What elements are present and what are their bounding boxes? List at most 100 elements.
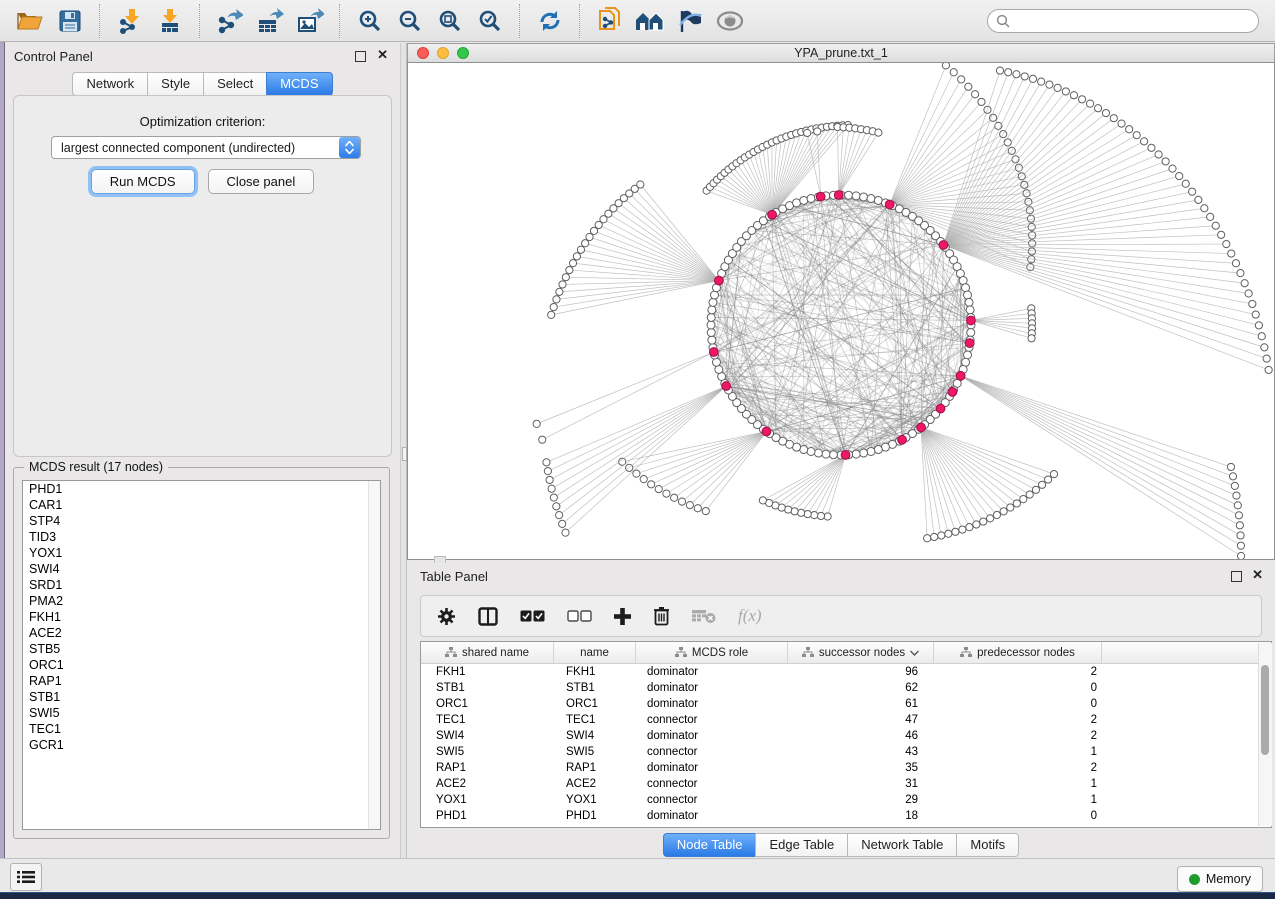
- table-row[interactable]: PHD1PHD1dominator180: [421, 808, 1271, 824]
- mcds-result-list[interactable]: PHD1CAR1STP4TID3YOX1SWI4SRD1PMA2FKH1ACE2…: [22, 480, 381, 830]
- save-button[interactable]: [50, 3, 90, 39]
- tab-edge-table[interactable]: Edge Table: [755, 833, 847, 857]
- open-button[interactable]: [10, 3, 50, 39]
- close-panel-button[interactable]: Close panel: [208, 169, 315, 194]
- select-all-button[interactable]: [520, 610, 545, 622]
- mcds-result-item[interactable]: TEC1: [23, 721, 380, 737]
- search-input[interactable]: [1010, 13, 1258, 29]
- table-row[interactable]: SWI4SWI4dominator462: [421, 728, 1271, 744]
- tab-select[interactable]: Select: [203, 72, 266, 96]
- optimization-criterion-select[interactable]: largest connected component (undirected): [51, 136, 361, 159]
- toolbar-separator: [339, 4, 341, 38]
- deselect-all-button[interactable]: [567, 610, 592, 622]
- mcds-result-item[interactable]: PMA2: [23, 593, 380, 609]
- function-builder-button[interactable]: f(x): [738, 606, 762, 626]
- add-column-button[interactable]: [614, 608, 631, 625]
- optimization-criterion-label: Optimization criterion:: [14, 114, 391, 129]
- mcds-result-item[interactable]: FKH1: [23, 609, 380, 625]
- tab-network[interactable]: Network: [72, 72, 147, 96]
- column-header-mcds-role[interactable]: MCDS role: [636, 642, 788, 663]
- memory-label: Memory: [1206, 872, 1251, 886]
- tab-style[interactable]: Style: [147, 72, 203, 96]
- mcds-result-item[interactable]: SWI4: [23, 561, 380, 577]
- float-panel-icon[interactable]: [1231, 571, 1242, 582]
- zoom-in-button[interactable]: [350, 3, 390, 39]
- export-image-button[interactable]: [290, 3, 330, 39]
- close-panel-icon[interactable]: ✕: [1252, 568, 1263, 581]
- table-row[interactable]: YOX1YOX1connector291: [421, 792, 1271, 808]
- mcds-list-scrollbar[interactable]: [368, 481, 380, 829]
- tab-node-table[interactable]: Node Table: [663, 833, 756, 857]
- network-canvas[interactable]: [407, 62, 1275, 560]
- vertical-splitter[interactable]: [400, 43, 407, 858]
- tab-mcds[interactable]: MCDS: [266, 72, 332, 96]
- mcds-result-item[interactable]: YOX1: [23, 545, 380, 561]
- table-cell: dominator: [636, 762, 788, 774]
- houses-button[interactable]: [630, 3, 670, 39]
- table-scrollbar[interactable]: [1258, 643, 1272, 826]
- network-window-titlebar[interactable]: YPA_prune.txt_1: [407, 43, 1275, 62]
- table-settings-button[interactable]: [437, 607, 456, 626]
- mcds-result-item[interactable]: CAR1: [23, 497, 380, 513]
- zoom-selected-button[interactable]: [470, 3, 510, 39]
- import-network-button[interactable]: [110, 3, 150, 39]
- mcds-result-item[interactable]: STB5: [23, 641, 380, 657]
- table-row[interactable]: RAP1RAP1dominator352: [421, 760, 1271, 776]
- mcds-result-item[interactable]: ACE2: [23, 625, 380, 641]
- task-history-button[interactable]: [10, 863, 42, 891]
- mcds-result-groupbox: MCDS result (17 nodes) PHD1CAR1STP4TID3Y…: [13, 467, 390, 839]
- table-row[interactable]: ORC1ORC1dominator610: [421, 696, 1271, 712]
- column-header-shared-name[interactable]: shared name: [421, 642, 554, 663]
- export-network-button[interactable]: [210, 3, 250, 39]
- toolbar-separator: [99, 4, 101, 38]
- houses-icon: [635, 10, 665, 32]
- import-table-button[interactable]: [150, 3, 190, 39]
- delete-table-button[interactable]: [692, 608, 716, 624]
- column-header-name[interactable]: name: [554, 642, 636, 663]
- memory-button[interactable]: Memory: [1177, 866, 1263, 892]
- table-cell: 2: [934, 762, 1102, 774]
- tab-motifs[interactable]: Motifs: [956, 833, 1019, 857]
- table-cell: 43: [788, 746, 934, 758]
- table-row[interactable]: STB1STB1dominator620: [421, 680, 1271, 696]
- table-row[interactable]: ACE2ACE2connector311: [421, 776, 1271, 792]
- export-table-button[interactable]: [250, 3, 290, 39]
- mcds-result-item[interactable]: STP4: [23, 513, 380, 529]
- table-cell: 2: [934, 666, 1102, 678]
- table-cell: dominator: [636, 730, 788, 742]
- run-mcds-button[interactable]: Run MCDS: [91, 169, 195, 194]
- table-row[interactable]: SWI5SWI5connector431: [421, 744, 1271, 760]
- flag-button[interactable]: [670, 3, 710, 39]
- table-cell: 31: [788, 778, 934, 790]
- clone-network-button[interactable]: [590, 3, 630, 39]
- table-cell: 61: [788, 698, 934, 710]
- table-scrollbar-thumb[interactable]: [1261, 665, 1269, 755]
- mcds-result-item[interactable]: PHD1: [23, 481, 380, 497]
- mcds-result-item[interactable]: SRD1: [23, 577, 380, 593]
- table-cell: SWI5: [554, 746, 636, 758]
- table-row[interactable]: TEC1TEC1connector472: [421, 712, 1271, 728]
- zoom-fit-button[interactable]: [430, 3, 470, 39]
- mcds-result-item[interactable]: SWI5: [23, 705, 380, 721]
- delete-column-button[interactable]: [653, 606, 670, 626]
- mcds-result-item[interactable]: GCR1: [23, 737, 380, 753]
- column-label: name: [580, 647, 609, 659]
- refresh-button[interactable]: [530, 3, 570, 39]
- float-panel-icon[interactable]: [355, 51, 366, 62]
- table-cell: dominator: [636, 810, 788, 822]
- column-label: successor nodes: [819, 647, 905, 659]
- column-header-successor-nodes[interactable]: successor nodes: [788, 642, 934, 663]
- mcds-result-item[interactable]: TID3: [23, 529, 380, 545]
- zoom-out-button[interactable]: [390, 3, 430, 39]
- tab-network-table[interactable]: Network Table: [847, 833, 956, 857]
- table-row[interactable]: FKH1FKH1dominator962: [421, 664, 1271, 680]
- mcds-result-item[interactable]: STB1: [23, 689, 380, 705]
- control-panel: Control Panel ✕ Network Style Select MCD…: [5, 43, 400, 858]
- column-header-predecessor-nodes[interactable]: predecessor nodes: [934, 642, 1102, 663]
- table-cell: 46: [788, 730, 934, 742]
- split-view-button[interactable]: [478, 607, 498, 626]
- close-panel-icon[interactable]: ✕: [377, 48, 388, 61]
- mcds-result-item[interactable]: ORC1: [23, 657, 380, 673]
- eye-button[interactable]: [710, 3, 750, 39]
- mcds-result-item[interactable]: RAP1: [23, 673, 380, 689]
